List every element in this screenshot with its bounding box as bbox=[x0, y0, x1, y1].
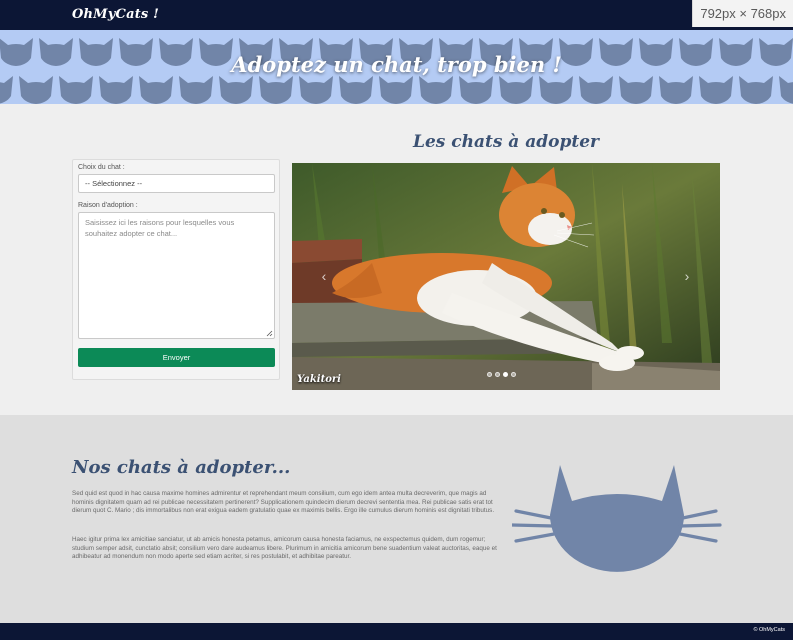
carousel-indicator-3[interactable] bbox=[503, 372, 508, 377]
cat-choice-select[interactable]: -- Sélectionnez -- bbox=[78, 174, 275, 193]
cat-silhouette-icon bbox=[512, 465, 722, 572]
about-title: Nos chats à adopter... bbox=[72, 457, 291, 478]
brand-link[interactable]: OhMyCats ! bbox=[72, 7, 159, 22]
carousel-indicator-1[interactable] bbox=[487, 372, 492, 377]
chevron-right-icon[interactable]: › bbox=[680, 267, 694, 285]
carousel-title: Les chats à adopter bbox=[412, 132, 599, 152]
send-button[interactable]: Envoyer bbox=[78, 348, 275, 367]
cat-carousel: ‹ › Yakitori bbox=[292, 163, 720, 390]
reason-label: Raison d'adoption : bbox=[78, 202, 138, 209]
reason-placeholder: Saisissez ici les raisons pour lesquelle… bbox=[85, 218, 235, 238]
chevron-left-icon[interactable]: ‹ bbox=[317, 267, 331, 285]
hero-banner: Adoptez un chat, trop bien ! bbox=[0, 30, 793, 104]
page-footer: © OhMyCats bbox=[0, 623, 793, 640]
top-navbar: OhMyCats ! 792px × 768px bbox=[0, 0, 793, 30]
about-section: Nos chats à adopter... Sed quid est quod… bbox=[0, 415, 793, 623]
reason-textarea[interactable]: Saisissez ici les raisons pour lesquelle… bbox=[78, 212, 275, 339]
about-paragraph-1: Sed quid est quod in hac causa maxime ho… bbox=[72, 490, 495, 515]
hero-title: Adoptez un chat, trop bien ! bbox=[231, 52, 562, 77]
about-paragraph-2: Haec igitur prima lex amicitiae sanciatu… bbox=[72, 536, 497, 561]
viewport-size-badge: 792px × 768px bbox=[692, 0, 793, 27]
slide-caption: Yakitori bbox=[297, 374, 341, 385]
cat-choice-label: Choix du chat : bbox=[78, 164, 125, 171]
carousel-indicator-4[interactable] bbox=[511, 372, 516, 377]
resize-grip-icon[interactable] bbox=[266, 330, 273, 337]
adoption-section: Les chats à adopter Choix du chat : -- S… bbox=[0, 104, 793, 415]
adoption-form: Choix du chat : -- Sélectionnez -- Raiso… bbox=[72, 159, 280, 380]
carousel-indicator-2[interactable] bbox=[495, 372, 500, 377]
carousel-slide-image bbox=[292, 163, 720, 390]
copyright-text: © OhMyCats bbox=[753, 627, 785, 633]
